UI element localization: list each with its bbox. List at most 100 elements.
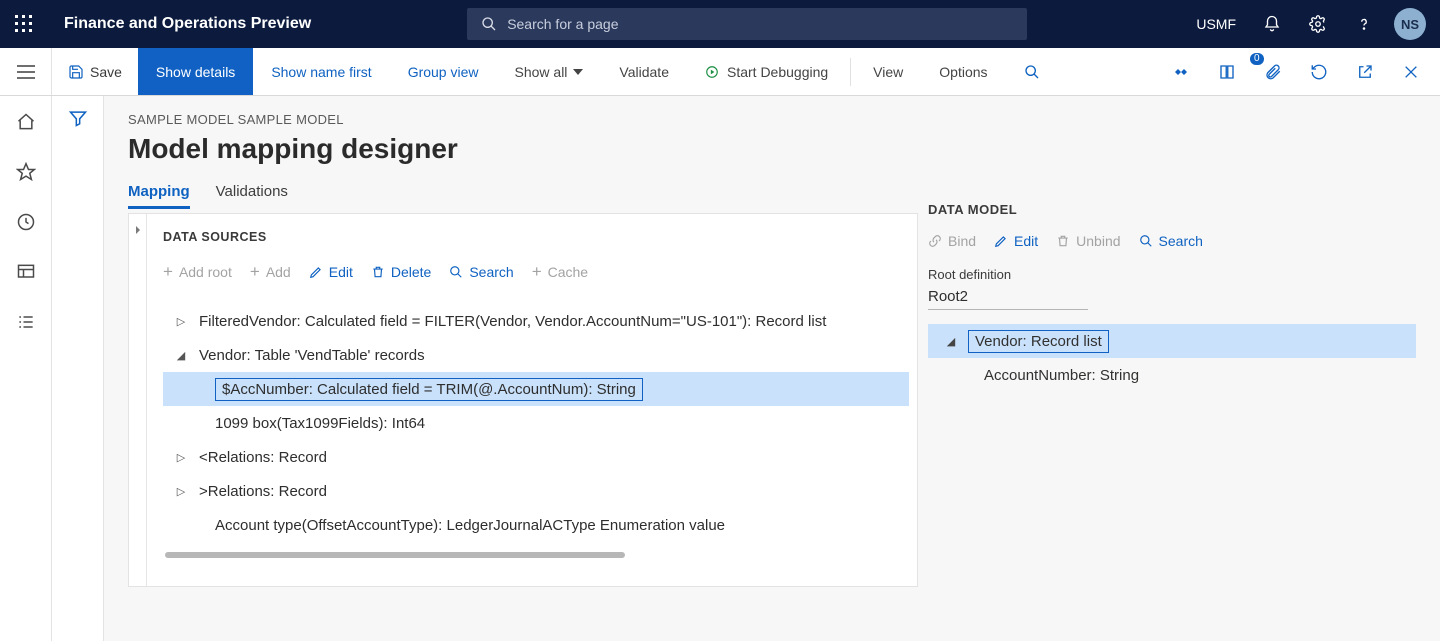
command-bar: Save Show details Show name first Group … bbox=[0, 48, 1440, 96]
bind-button[interactable]: Bind bbox=[928, 233, 976, 249]
notifications-icon[interactable] bbox=[1256, 8, 1288, 40]
popout-icon[interactable] bbox=[1348, 55, 1382, 89]
tree-label: FilteredVendor: Calculated field = FILTE… bbox=[199, 313, 826, 330]
tree-row-1099[interactable]: 1099 box(Tax1099Fields): Int64 bbox=[163, 406, 909, 440]
global-search-input[interactable] bbox=[507, 16, 1013, 32]
data-sources-toolbar: +Add root +Add Edit Delete Search bbox=[163, 262, 909, 282]
left-rail bbox=[0, 96, 52, 641]
link-icon bbox=[928, 234, 942, 248]
hamburger-icon[interactable] bbox=[0, 48, 52, 95]
data-sources-section-title: DATA SOURCES bbox=[163, 230, 909, 244]
tree-row-account-type[interactable]: Account type(OffsetAccountType): LedgerJ… bbox=[163, 508, 909, 542]
refresh-icon[interactable] bbox=[1302, 55, 1336, 89]
root-definition-label: Root definition bbox=[928, 267, 1416, 282]
main: SAMPLE MODEL SAMPLE MODEL Model mapping … bbox=[104, 96, 1440, 641]
modules-icon[interactable] bbox=[14, 310, 38, 334]
tab-validations[interactable]: Validations bbox=[216, 183, 288, 209]
collapse-icon[interactable]: ◢ bbox=[173, 349, 189, 362]
legal-entity[interactable]: USMF bbox=[1190, 16, 1242, 32]
dm-label: Vendor: Record list bbox=[975, 333, 1102, 350]
ds-search-button[interactable]: Search bbox=[449, 264, 513, 280]
options-menu[interactable]: Options bbox=[921, 48, 1005, 95]
pencil-icon bbox=[994, 234, 1008, 248]
tree-row-vendor[interactable]: ◢ Vendor: Table 'VendTable' records bbox=[163, 338, 909, 372]
link-icon[interactable] bbox=[1164, 55, 1198, 89]
show-name-first-button[interactable]: Show name first bbox=[253, 48, 389, 95]
tab-mapping[interactable]: Mapping bbox=[128, 183, 190, 209]
save-icon bbox=[68, 64, 84, 80]
home-icon[interactable] bbox=[14, 110, 38, 134]
data-model-tree: ◢ Vendor: Record list AccountNumber: Str… bbox=[928, 324, 1416, 392]
data-model-toolbar: Bind Edit Unbind Search bbox=[928, 233, 1416, 249]
tree-label: Account type(OffsetAccountType): LedgerJ… bbox=[215, 517, 725, 534]
recent-icon[interactable] bbox=[14, 210, 38, 234]
show-details-button[interactable]: Show details bbox=[138, 48, 253, 95]
dm-row-account-number[interactable]: AccountNumber: String bbox=[928, 358, 1416, 392]
page-body: SAMPLE MODEL SAMPLE MODEL Model mapping … bbox=[0, 96, 1440, 641]
data-sources-tree: ▷ FilteredVendor: Calculated field = FIL… bbox=[163, 304, 909, 542]
expand-icon[interactable]: ▷ bbox=[173, 451, 189, 464]
panel-gripper[interactable] bbox=[129, 214, 147, 586]
search-icon bbox=[481, 16, 497, 32]
expand-icon[interactable]: ▷ bbox=[173, 485, 189, 498]
app-title: Finance and Operations Preview bbox=[48, 15, 327, 33]
global-search[interactable] bbox=[467, 8, 1027, 40]
save-button[interactable]: Save bbox=[52, 48, 138, 95]
unbind-button[interactable]: Unbind bbox=[1056, 233, 1120, 249]
search-icon bbox=[1024, 64, 1040, 80]
breadcrumb: SAMPLE MODEL SAMPLE MODEL bbox=[128, 112, 928, 127]
view-menu[interactable]: View bbox=[855, 48, 921, 95]
app-launcher-icon[interactable] bbox=[0, 15, 48, 33]
tree-label: <Relations: Record bbox=[199, 449, 327, 466]
tree-row-acc-number[interactable]: $AccNumber: Calculated field = TRIM(@.Ac… bbox=[163, 372, 909, 406]
trash-icon bbox=[1056, 234, 1070, 248]
save-label: Save bbox=[90, 64, 122, 80]
tree-row-gt-relations[interactable]: ▷ >Relations: Record bbox=[163, 474, 909, 508]
tree-label: $AccNumber: Calculated field = TRIM(@.Ac… bbox=[222, 381, 636, 398]
search-icon bbox=[1139, 234, 1153, 248]
show-all-dropdown[interactable]: Show all bbox=[497, 48, 602, 95]
tree-row-filtered-vendor[interactable]: ▷ FilteredVendor: Calculated field = FIL… bbox=[163, 304, 909, 338]
top-bar: Finance and Operations Preview USMF NS bbox=[0, 0, 1440, 48]
expand-icon[interactable]: ▷ bbox=[173, 315, 189, 328]
help-icon[interactable] bbox=[1348, 8, 1380, 40]
tree-row-lt-relations[interactable]: ▷ <Relations: Record bbox=[163, 440, 909, 474]
tabs: Mapping Validations bbox=[128, 183, 928, 209]
badge-count: 0 bbox=[1250, 53, 1264, 65]
workspaces-icon[interactable] bbox=[14, 260, 38, 284]
attachments-button[interactable]: 0 bbox=[1256, 55, 1290, 89]
horizontal-scrollbar[interactable] bbox=[165, 552, 625, 558]
page-title: Model mapping designer bbox=[128, 133, 928, 165]
tree-label: 1099 box(Tax1099Fields): Int64 bbox=[215, 415, 425, 432]
add-button[interactable]: +Add bbox=[250, 262, 291, 282]
user-avatar[interactable]: NS bbox=[1394, 8, 1426, 40]
data-model-section-title: DATA MODEL bbox=[928, 202, 1416, 217]
cache-button[interactable]: +Cache bbox=[532, 262, 588, 282]
start-debugging-button[interactable]: Start Debugging bbox=[687, 48, 846, 95]
debug-icon bbox=[705, 65, 719, 79]
dm-row-vendor[interactable]: ◢ Vendor: Record list bbox=[928, 324, 1416, 358]
book-icon[interactable] bbox=[1210, 55, 1244, 89]
tree-label: >Relations: Record bbox=[199, 483, 327, 500]
dm-edit-button[interactable]: Edit bbox=[994, 233, 1038, 249]
tree-label: Vendor: Table 'VendTable' records bbox=[199, 347, 425, 364]
filter-icon[interactable] bbox=[68, 108, 88, 641]
trash-icon bbox=[371, 265, 385, 279]
search-icon bbox=[449, 265, 463, 279]
edit-button[interactable]: Edit bbox=[309, 264, 353, 280]
collapse-icon[interactable]: ◢ bbox=[942, 335, 960, 348]
data-sources-panel: DATA SOURCES +Add root +Add Edit Delete bbox=[128, 213, 918, 587]
search-page-button[interactable] bbox=[1006, 48, 1058, 95]
settings-icon[interactable] bbox=[1302, 8, 1334, 40]
filter-strip bbox=[52, 96, 104, 641]
add-root-button[interactable]: +Add root bbox=[163, 262, 232, 282]
group-view-button[interactable]: Group view bbox=[390, 48, 497, 95]
divider bbox=[850, 58, 851, 86]
delete-button[interactable]: Delete bbox=[371, 264, 431, 280]
dm-label: AccountNumber: String bbox=[984, 367, 1139, 384]
favorites-icon[interactable] bbox=[14, 160, 38, 184]
validate-button[interactable]: Validate bbox=[601, 48, 687, 95]
root-definition-value[interactable]: Root2 bbox=[928, 288, 1088, 310]
close-icon[interactable] bbox=[1394, 55, 1428, 89]
dm-search-button[interactable]: Search bbox=[1139, 233, 1203, 249]
